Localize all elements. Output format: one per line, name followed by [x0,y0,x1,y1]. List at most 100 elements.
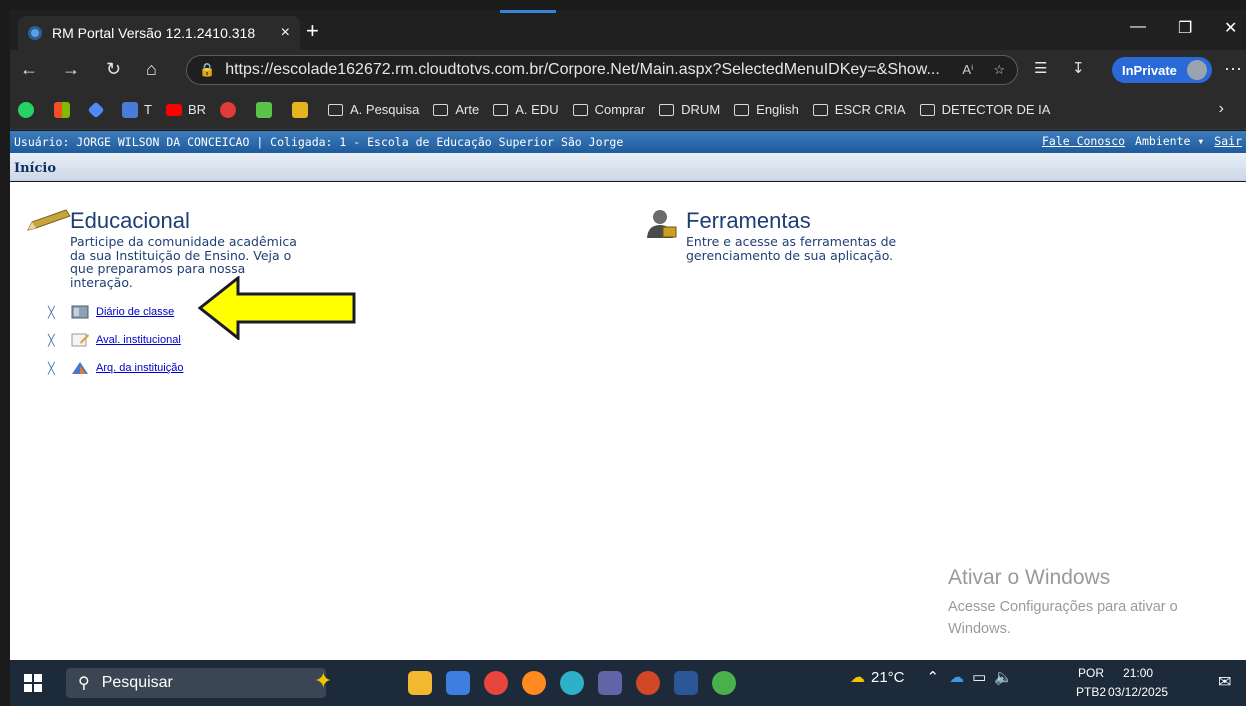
bookmark-star[interactable] [292,101,314,118]
downloads-icon[interactable]: ↧ [1072,59,1085,77]
highlight-arrow [198,276,356,340]
volume-icon[interactable]: 🔈 [994,668,1013,686]
bookmark-folder[interactable]: DETECTOR DE IA [919,102,1051,117]
watermark-line: Windows. [948,621,1011,637]
bookmark-youtube[interactable]: BR [165,102,206,117]
clock-date: 03/12/2025 [1108,685,1169,699]
windows-activation-watermark: Ativar o Windows Acesse Configurações pa… [948,566,1228,640]
bookmark-whatsapp[interactable] [18,101,40,118]
translate-icon [122,101,138,118]
bookmark-label: Arte [455,102,480,117]
bookmark-folder[interactable]: English [734,102,799,117]
pin-icon: ╳ [48,362,55,375]
windows-taskbar: ⚲ Pesquisar ✦ ☁ 21°C ⌃ ☁ ▭ 🔈 POR PTB2 21… [10,660,1246,706]
browser-tab[interactable]: RM Portal Versão 12.1.2410.318 × [18,16,300,50]
clock[interactable]: 21:00 03/12/2025 [1108,664,1168,702]
arq-da-instituicao-link[interactable]: Arq. da instituição [96,362,183,374]
evaluation-icon [71,333,89,347]
star-burst-icon [292,101,309,118]
contact-link[interactable]: Fale Conosco [1042,134,1125,148]
firefox-icon[interactable] [522,671,546,695]
folder-icon [433,103,449,116]
breadcrumb: Início [10,153,1246,181]
link-aval-institucional[interactable]: ╳ Aval. institucional [48,332,181,348]
bookmark-label: T [144,102,152,117]
diario-de-classe-link[interactable]: Diário de classe [96,306,174,318]
more-menu-icon[interactable]: ⋯ [1224,59,1242,80]
bookmarks-overflow-icon[interactable]: › [1219,100,1224,118]
bookmark-folder[interactable]: A. Pesquisa [328,102,419,117]
network-icon[interactable]: ▭ [972,668,986,686]
m365-icon[interactable] [446,671,470,695]
edge-icon[interactable] [560,671,584,695]
archive-icon [72,362,88,374]
notification-icon[interactable]: ✉ [1218,672,1231,692]
bookmark-drive[interactable] [87,101,108,118]
description-line: Participe da comunidade acadêmica [70,234,297,249]
folder-icon [659,103,675,116]
tab-close-button[interactable]: × [281,24,290,42]
bookmark-folder[interactable]: Comprar [572,102,646,117]
link-arq-da-instituicao[interactable]: ╳ Arq. da instituição [48,360,183,376]
back-icon[interactable]: ← [20,59,38,80]
tray-overflow-icon[interactable]: ⌃ [927,668,940,686]
description-line: Entre e acesse as ferramentas de [686,234,897,249]
bookmark-label: DETECTOR DE IA [941,102,1051,117]
browser-title-bar: RM Portal Versão 12.1.2410.318 × + — ❐ ✕ [10,10,1246,50]
teams-icon[interactable] [598,671,622,695]
breadcrumb-home[interactable]: Início [14,161,56,176]
system-tray: ☁ 21°C ⌃ ☁ ▭ 🔈 [850,668,1013,687]
avatar [1186,60,1207,80]
powerpoint-icon[interactable] [636,671,660,695]
copilot-sparkle-icon[interactable]: ✦ [314,668,332,694]
bookmark-record[interactable] [220,101,242,118]
aval-institucional-link[interactable]: Aval. institucional [96,334,181,346]
pin-icon: ╳ [48,334,55,347]
onedrive-icon[interactable]: ☁ [949,668,964,686]
bookmark-folder[interactable]: A. EDU [493,102,559,117]
word-icon[interactable] [674,671,698,695]
logout-link[interactable]: Sair [1214,134,1242,148]
address-bar[interactable]: 🔒 https://escolade162672.rm.cloudtotvs.c… [186,55,1018,85]
file-explorer-icon[interactable] [408,671,432,695]
clock-time: 21:00 [1123,666,1154,680]
record-icon [220,101,237,118]
weather-icon[interactable]: ☁ [850,668,865,686]
bookmark-folder[interactable]: ESCR CRIA [812,102,906,117]
minimize-icon[interactable]: — [1130,18,1146,36]
restore-icon[interactable]: ❐ [1178,18,1192,38]
environment-menu[interactable]: Ambiente ▾ [1135,134,1204,148]
bookmark-folder[interactable]: Arte [433,102,479,117]
ferramentas-description: Entre e acesse as ferramentas de gerenci… [686,235,896,262]
windows-start-icon[interactable] [24,674,42,692]
folder-icon [493,103,509,116]
bookmark-folder[interactable]: DRUM [659,102,720,117]
inprivate-badge[interactable]: InPrivate [1112,57,1212,83]
forward-icon[interactable]: → [62,59,80,80]
portal-favicon-icon [28,26,42,40]
refresh-icon[interactable]: ↻ [106,59,121,80]
youtube-icon [165,103,182,116]
bookmark-label: Comprar [594,102,646,117]
favorites-icon[interactable]: ☰ [1034,59,1047,77]
lock-icon[interactable]: 🔒 [199,62,215,78]
bookmark-microsoft[interactable] [54,101,76,118]
user-info: Usuário: JORGE WILSON DA CONCEICAO | Col… [14,135,624,149]
url-text[interactable]: https://escolade162672.rm.cloudtotvs.com… [225,61,954,79]
favorite-star-icon[interactable]: ☆ [993,62,1005,78]
input-language[interactable]: POR PTB2 [1076,664,1106,702]
home-icon[interactable]: ⌂ [146,59,157,80]
bookmark-translate[interactable]: T [122,101,152,118]
close-window-icon[interactable]: ✕ [1224,18,1237,38]
read-aloud-icon[interactable]: Aⁱ [962,62,973,78]
taskbar-search[interactable]: ⚲ Pesquisar [66,668,326,698]
educacional-title: Educacional [70,208,190,233]
link-diario-de-classe[interactable]: ╳ Diário de classe [48,304,174,320]
inprivate-label: InPrivate [1122,62,1177,78]
temperature[interactable]: 21°C [871,669,905,686]
bookmark-download[interactable] [256,101,278,118]
app-icon[interactable] [712,671,736,695]
new-tab-button[interactable]: + [306,18,319,44]
chrome-icon[interactable] [484,671,508,695]
folder-icon [812,103,828,116]
